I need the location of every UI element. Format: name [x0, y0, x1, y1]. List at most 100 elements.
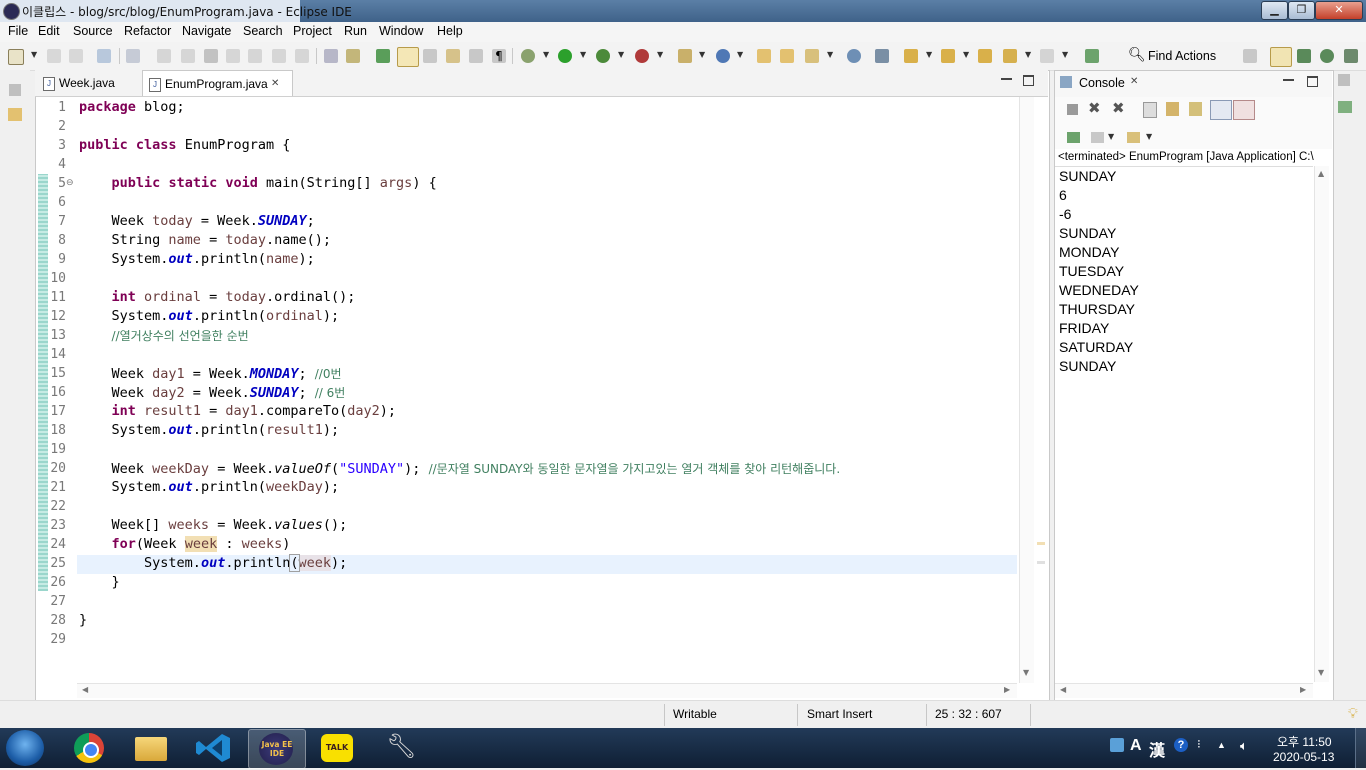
menu-file[interactable]: File	[8, 24, 28, 38]
console-tab-close-icon[interactable]: ✕	[1130, 76, 1138, 87]
menu-source[interactable]: Source	[73, 24, 113, 38]
occurrence-marker[interactable]	[1037, 561, 1045, 564]
next-annotation-icon[interactable]	[376, 49, 390, 63]
show-console-stdout-icon[interactable]	[1210, 100, 1232, 120]
taskbar-vscode[interactable]	[186, 729, 242, 767]
run-icon[interactable]	[558, 49, 572, 63]
code-line-11[interactable]: int ordinal = today.ordinal();	[79, 289, 356, 305]
chevron-down-icon[interactable]: ▼	[926, 50, 932, 59]
link-icon[interactable]	[423, 49, 437, 63]
menu-run[interactable]: Run	[344, 24, 367, 38]
code-line-24[interactable]: for(Week week : weeks)	[79, 536, 290, 552]
code-line-7[interactable]: Week today = Week.SUNDAY;	[79, 213, 315, 229]
new-class-icon[interactable]	[716, 49, 730, 63]
chevron-down-icon[interactable]: ▼	[657, 50, 663, 59]
start-button[interactable]	[6, 730, 44, 766]
step-into-icon[interactable]	[248, 49, 262, 63]
pin-editor-icon[interactable]	[1085, 49, 1099, 63]
close-button[interactable]: ✕	[1315, 1, 1363, 20]
scroll-lock-icon[interactable]	[1166, 102, 1179, 116]
show-hidden-icons[interactable]: ▲	[1217, 740, 1226, 750]
display-console-icon[interactable]	[1091, 132, 1104, 143]
code-line-5[interactable]: public static void main(String[] args) {	[79, 175, 437, 191]
status-cursor-position[interactable]: 25 : 32 : 607	[935, 707, 1002, 721]
open-perspective-icon[interactable]	[1243, 49, 1257, 63]
tab-close-icon[interactable]: ✕	[271, 71, 279, 97]
code-line-25[interactable]: System.out.println(week);	[79, 554, 347, 572]
lightbulb-icon[interactable]: 💡︎	[1348, 706, 1358, 722]
coverage-icon[interactable]	[596, 49, 610, 63]
globe-icon[interactable]	[847, 49, 861, 63]
open-task-icon[interactable]	[780, 49, 794, 63]
word-wrap-icon[interactable]	[446, 49, 460, 63]
language-bar-icon[interactable]	[1110, 738, 1124, 752]
taskbar-tools[interactable]: 🔧︎	[372, 729, 428, 767]
disconnect-icon[interactable]	[226, 49, 240, 63]
volume-icon[interactable]: 🔈︎	[1240, 738, 1248, 754]
task-focus-icon[interactable]	[875, 49, 889, 63]
new-icon[interactable]	[8, 49, 24, 65]
show-desktop-button[interactable]	[1355, 728, 1366, 768]
chevron-down-icon[interactable]: ▼	[1025, 50, 1031, 59]
code-line-8[interactable]: String name = today.name();	[79, 232, 331, 248]
minimize-view-icon[interactable]	[1283, 79, 1294, 81]
code-line-20[interactable]: Week weekDay = Week.valueOf("SUNDAY"); /…	[79, 460, 841, 477]
word-wrap-console-icon[interactable]	[1189, 102, 1202, 116]
java-ee-perspective-icon[interactable]	[1270, 47, 1292, 67]
debug-icon[interactable]	[521, 49, 535, 63]
taskbar-eclipse-javaee[interactable]: Java EE IDE	[248, 729, 306, 769]
code-line-3[interactable]: public class EnumProgram {	[79, 137, 290, 153]
taskbar-explorer[interactable]	[124, 729, 180, 767]
external-tools-icon[interactable]	[635, 49, 649, 63]
ime-mode-hanja[interactable]: 漢	[1149, 737, 1165, 761]
terminate-console-icon[interactable]	[1067, 104, 1078, 115]
save-all-icon[interactable]	[69, 49, 83, 63]
step-return-icon[interactable]	[295, 49, 309, 63]
minimize-view-icon[interactable]	[1001, 78, 1012, 80]
step-over-icon[interactable]	[272, 49, 286, 63]
occurrence-marker[interactable]	[1037, 542, 1045, 545]
prev-annotation-arrow-icon[interactable]	[941, 49, 955, 63]
show-console-stderr-icon[interactable]	[1233, 100, 1255, 120]
outline-view-icon[interactable]	[1338, 101, 1352, 113]
chevron-down-icon[interactable]: ▼	[737, 50, 743, 59]
code-line-9[interactable]: System.out.println(name);	[79, 251, 315, 267]
resume-icon[interactable]	[157, 49, 171, 63]
ime-mode-a[interactable]: A	[1130, 737, 1142, 755]
clock-date[interactable]: 2020-05-13	[1273, 750, 1334, 764]
minimize-button[interactable]: ▁	[1261, 1, 1288, 20]
code-line-26[interactable]: }	[79, 574, 120, 590]
menu-navigate[interactable]: Navigate	[182, 24, 231, 38]
chevron-down-icon[interactable]: ▼	[1108, 132, 1114, 141]
open-console-icon[interactable]	[1127, 132, 1140, 143]
pin-console-icon[interactable]	[1067, 132, 1080, 143]
search-tool-icon[interactable]	[805, 49, 819, 63]
terminal-icon[interactable]	[97, 49, 111, 63]
remove-launch-icon[interactable]: ✖	[1088, 99, 1101, 117]
scroll-right-arrow-icon[interactable]: ▶	[1300, 685, 1306, 694]
scroll-down-arrow-icon[interactable]: ▼	[1318, 668, 1324, 677]
scroll-left-arrow-icon[interactable]: ◀	[1060, 685, 1066, 694]
block-selection-icon[interactable]	[469, 49, 483, 63]
chevron-down-icon[interactable]: ▼	[543, 50, 549, 59]
code-line-21[interactable]: System.out.println(weekDay);	[79, 479, 340, 495]
next-annotation-arrow-icon[interactable]	[904, 49, 918, 63]
chevron-down-icon[interactable]: ▼	[580, 50, 586, 59]
console-vertical-scrollbar[interactable]: ▲ ▼	[1314, 166, 1329, 682]
taskbar-kakaotalk[interactable]: TALK	[310, 729, 366, 767]
maximize-view-icon[interactable]	[1023, 75, 1034, 86]
save-icon[interactable]	[47, 49, 61, 63]
chevron-down-icon[interactable]: ▼	[827, 50, 833, 59]
find-actions-field[interactable]: Find Actions	[1148, 49, 1216, 63]
chevron-down-icon[interactable]: ▼	[31, 50, 37, 59]
tab-enumprogram-java[interactable]: J EnumProgram.java ✕	[142, 70, 293, 96]
pilcrow-icon[interactable]: ¶	[492, 49, 506, 63]
chevron-down-icon[interactable]: ▼	[963, 50, 969, 59]
code-line-1[interactable]: package blog;	[79, 99, 185, 115]
maximize-view-icon[interactable]	[1307, 76, 1318, 87]
skip-breakpoints-icon[interactable]	[126, 49, 140, 63]
code-line-18[interactable]: System.out.println(result1);	[79, 422, 340, 438]
console-tab-label[interactable]: Console	[1079, 76, 1125, 90]
git-perspective-icon[interactable]	[1344, 49, 1358, 63]
restore-right-trim-icon[interactable]	[1338, 74, 1350, 86]
